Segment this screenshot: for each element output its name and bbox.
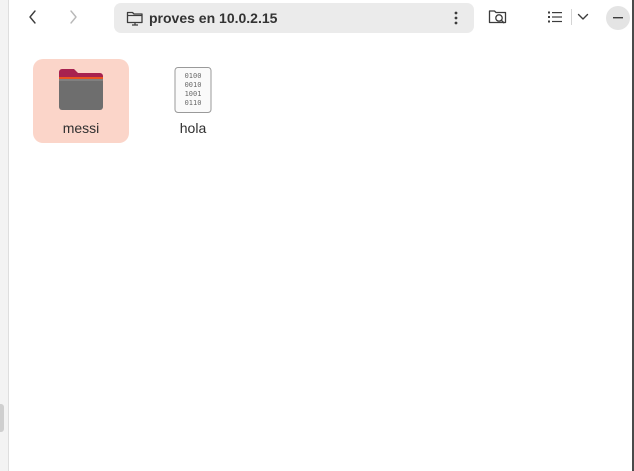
search-button[interactable]	[485, 4, 511, 30]
svg-text:1001: 1001	[185, 90, 202, 98]
svg-text:0110: 0110	[185, 99, 202, 107]
header-bar: proves en 10.0.2.15	[10, 0, 632, 36]
minimize-icon	[613, 17, 623, 19]
back-button[interactable]	[20, 4, 46, 30]
svg-text:0100: 0100	[185, 72, 202, 80]
location-label: proves en 10.0.2.15	[149, 10, 278, 26]
file-name: hola	[179, 120, 207, 136]
kebab-menu-icon	[454, 11, 458, 25]
chevron-down-icon	[577, 13, 589, 20]
chevron-right-icon	[70, 10, 77, 24]
forward-button[interactable]	[60, 4, 86, 30]
file-name: messi	[62, 120, 100, 136]
list-view-button[interactable]	[542, 4, 568, 30]
file-item-hola[interactable]: 0100 0010 1001 0110 hola	[145, 59, 241, 143]
file-item-messi[interactable]: messi	[33, 59, 129, 143]
binary-file-icon: 0100 0010 1001 0110	[174, 67, 212, 113]
remote-folder-icon	[126, 11, 143, 26]
svg-text:0010: 0010	[185, 81, 202, 89]
location-bar[interactable]: proves en 10.0.2.15	[114, 3, 474, 33]
file-grid: messi 0100 0010 1001 0110 hola	[10, 36, 632, 471]
list-icon	[548, 11, 562, 23]
location-menu-button[interactable]	[444, 6, 468, 30]
chevron-left-icon	[29, 10, 36, 24]
search-folder-icon	[488, 10, 507, 24]
sidebar-scroll-handle[interactable]	[0, 404, 4, 432]
sidebar-edge	[0, 0, 9, 471]
minimize-button[interactable]	[606, 6, 630, 30]
folder-icon	[59, 69, 103, 110]
view-options-button[interactable]	[571, 4, 595, 30]
